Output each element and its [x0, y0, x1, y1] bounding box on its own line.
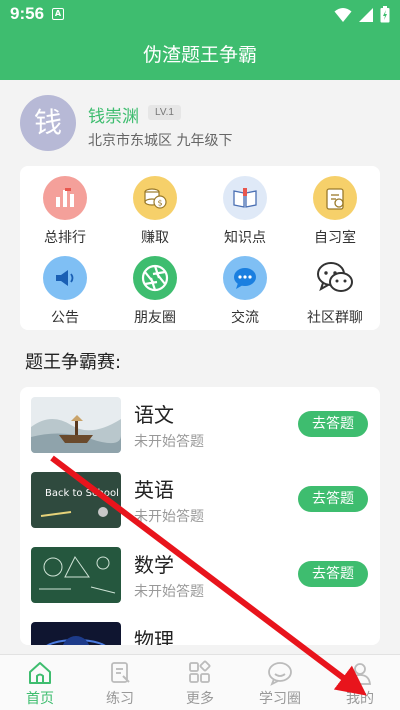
section-title: 题王争霸赛:	[25, 352, 122, 373]
feature-grid: 总排行 $ 赚取 知识点 自习室 公告 朋友圈 交流 社区群聊	[20, 166, 380, 330]
wechat-icon	[313, 256, 357, 300]
grid-item-label: 知识点	[224, 230, 266, 246]
list-item[interactable]: 物理	[20, 612, 380, 645]
grid-item-knowledge[interactable]: 知识点	[200, 176, 290, 247]
subject-name: 数学	[134, 553, 174, 577]
grid-item-communicate[interactable]: 交流	[200, 256, 290, 327]
start-quiz-button[interactable]: 去答题	[298, 411, 368, 437]
system-icons	[334, 6, 390, 23]
subject-status: 未开始答题	[134, 584, 204, 600]
chat-bubble-icon	[223, 256, 267, 300]
grid-item-study-room[interactable]: 自习室	[290, 176, 380, 247]
tab-label: 更多	[186, 691, 214, 707]
tab-profile[interactable]: 我的	[320, 655, 400, 710]
start-quiz-button[interactable]: 去答题	[298, 561, 368, 587]
list-item[interactable]: 语文 未开始答题 去答题	[20, 387, 380, 462]
grid-item-label: 赚取	[141, 230, 169, 246]
battery-icon	[380, 6, 390, 23]
svg-text:$: $	[157, 199, 162, 208]
status-bar: 9:56 A	[0, 0, 400, 30]
tab-home[interactable]: 首页	[0, 655, 80, 710]
profile-header[interactable]: 钱 钱崇渊 LV.1 北京市东城区 九年级下	[0, 80, 400, 165]
username: 钱崇渊	[88, 107, 139, 127]
notification-icon: A	[52, 8, 64, 20]
start-quiz-button[interactable]: 去答题	[298, 486, 368, 512]
megaphone-icon	[43, 256, 87, 300]
grid-item-label: 自习室	[314, 230, 356, 246]
subject-name: 物理	[134, 628, 174, 645]
grid-item-label: 公告	[51, 310, 79, 326]
list-item[interactable]: Back to School 英语 未开始答题 去答题	[20, 462, 380, 537]
grid-item-ranking[interactable]: 总排行	[20, 176, 110, 247]
grid-item-label: 总排行	[44, 230, 86, 246]
subject-list: 语文 未开始答题 去答题 Back to School 英语 未开始答题 去答题…	[20, 387, 380, 645]
aperture-icon	[133, 256, 177, 300]
math-chalkboard-thumbnail	[31, 547, 121, 603]
grid-item-community-chat[interactable]: 社区群聊	[290, 256, 380, 327]
bottom-tab-bar: 首页 练习 更多 学习圈 我的	[0, 654, 400, 710]
clipboard-icon	[313, 176, 357, 220]
subject-name: 语文	[134, 403, 174, 427]
landscape-painting-thumbnail	[31, 397, 121, 453]
tab-more[interactable]: 更多	[160, 655, 240, 710]
practice-icon	[80, 659, 160, 687]
user-location-grade: 北京市东城区 九年级下	[88, 133, 233, 149]
tab-label: 练习	[106, 691, 134, 707]
wifi-icon	[334, 7, 352, 22]
study-circle-icon	[240, 659, 320, 687]
grid-item-announcement[interactable]: 公告	[20, 256, 110, 327]
grid-item-label: 朋友圈	[134, 310, 176, 326]
galaxy-thumbnail	[31, 622, 121, 645]
profile-icon	[320, 659, 400, 687]
grid-item-moments[interactable]: 朋友圈	[110, 256, 200, 327]
tab-label: 学习圈	[259, 691, 301, 707]
signal-icon	[359, 7, 373, 22]
tab-study-circle[interactable]: 学习圈	[240, 655, 320, 710]
chalkboard-thumbnail: Back to School	[31, 472, 121, 528]
coins-icon: $	[133, 176, 177, 220]
book-icon	[223, 176, 267, 220]
level-badge: LV.1	[148, 105, 181, 120]
subject-status: 未开始答题	[134, 509, 204, 525]
thumbnail-text: Back to School	[45, 488, 119, 499]
page-title: 伪渣题王争霸	[0, 30, 400, 80]
grid-item-earn[interactable]: $ 赚取	[110, 176, 200, 247]
subject-name: 英语	[134, 478, 174, 502]
list-item[interactable]: 数学 未开始答题 去答题	[20, 537, 380, 612]
tab-practice[interactable]: 练习	[80, 655, 160, 710]
grid-item-label: 交流	[231, 310, 259, 326]
avatar[interactable]: 钱	[20, 95, 76, 151]
home-icon	[0, 659, 80, 687]
grid-item-label: 社区群聊	[307, 310, 363, 326]
tab-label: 首页	[26, 691, 54, 707]
more-grid-icon	[160, 659, 240, 687]
clock-time: 9:56	[10, 4, 45, 23]
subject-status: 未开始答题	[134, 434, 204, 450]
bar-chart-icon	[43, 176, 87, 220]
tab-label: 我的	[346, 691, 374, 707]
